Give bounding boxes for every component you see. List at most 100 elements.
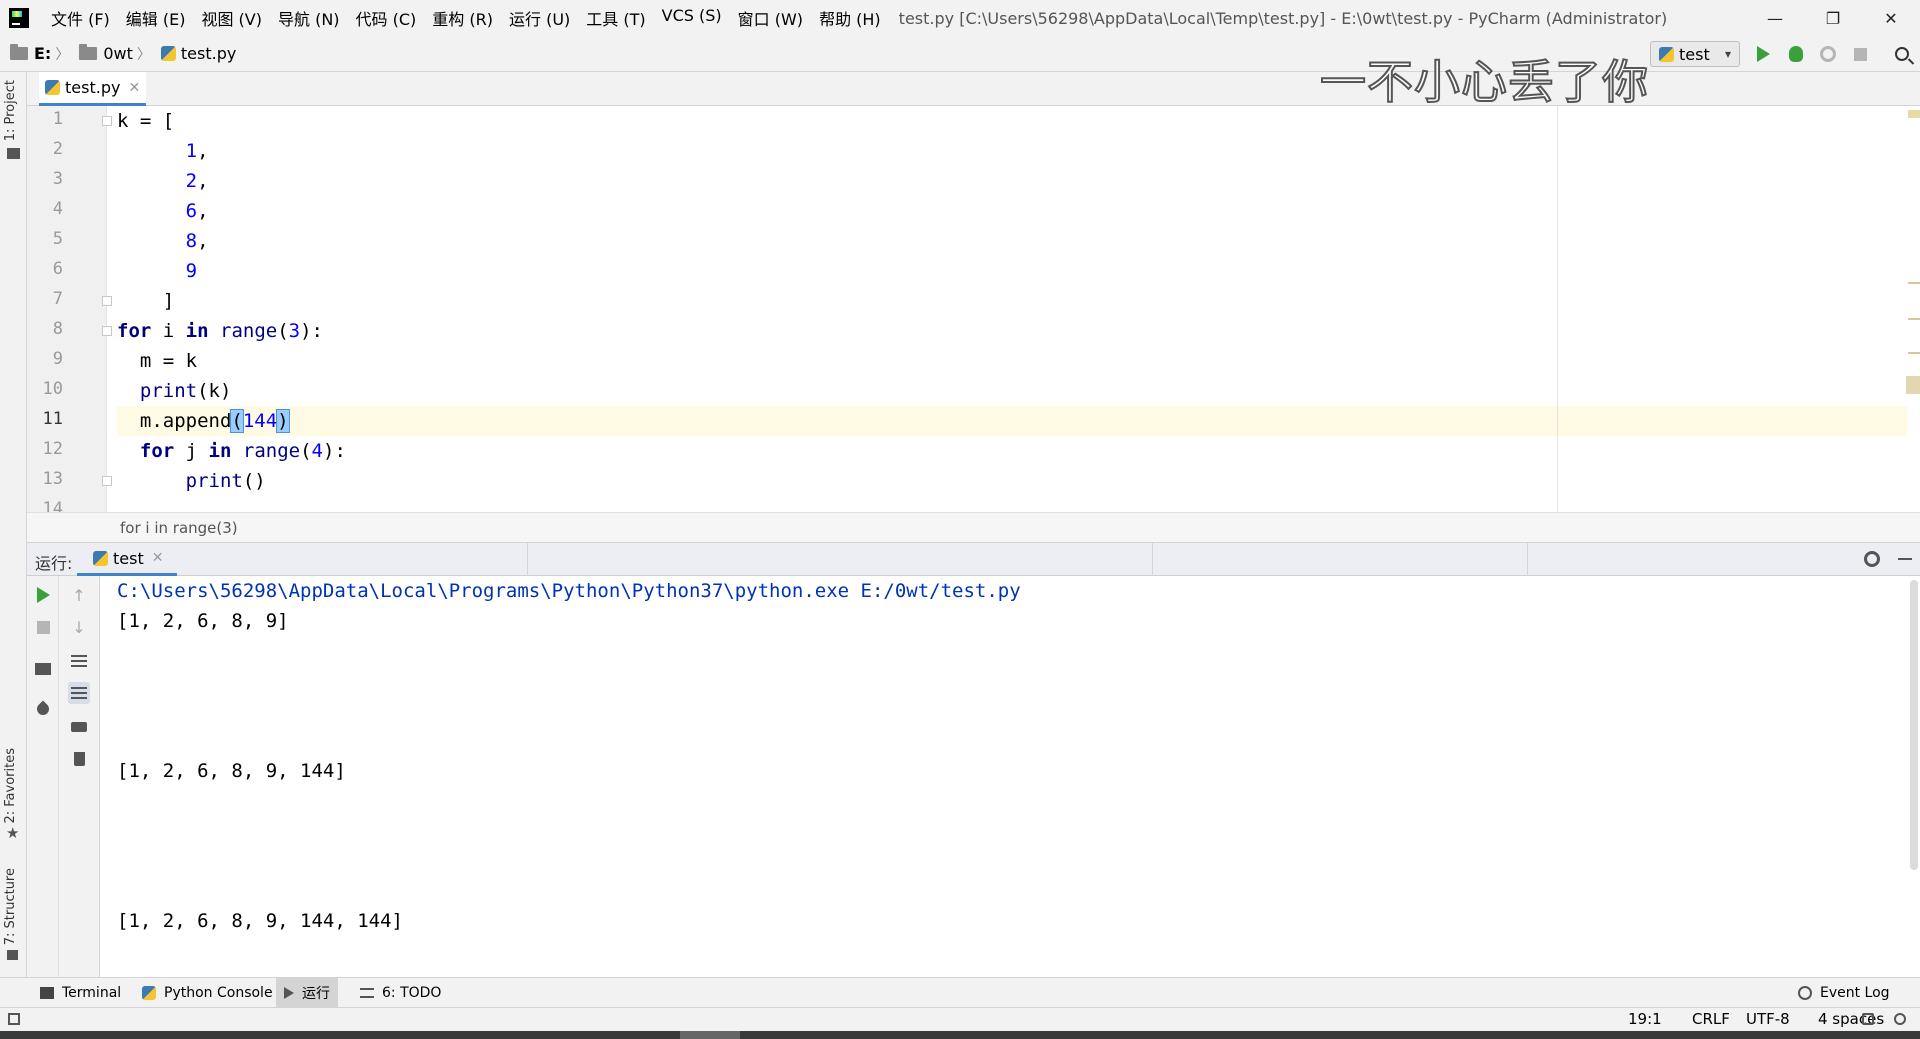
coverage-button[interactable] [1817, 44, 1839, 64]
code-line: m = k [117, 350, 198, 372]
code-line: 6, [185, 200, 209, 222]
event-log-tool-button[interactable]: Event Log [1790, 978, 1898, 1008]
run-configuration-select[interactable]: test ▾ [1650, 41, 1740, 67]
structure-tool-button[interactable]: 7: Structure [3, 868, 18, 945]
line-number: 3 [52, 169, 63, 189]
python-console-label: Python Console [164, 985, 273, 1001]
run-panel-header: 运行: test ✕ [27, 543, 1920, 576]
menu-window[interactable]: 窗口 (W) [730, 6, 811, 30]
menu-code[interactable]: 代码 (C) [348, 6, 425, 30]
close-icon[interactable]: ✕ [128, 80, 140, 96]
menu-help[interactable]: 帮助 (H) [811, 6, 889, 30]
soft-wrap-button[interactable] [68, 650, 90, 672]
indent-setting[interactable]: 4 spaces [1818, 1010, 1884, 1028]
os-taskbar-edge [0, 1031, 1920, 1039]
breadcrumb-folder[interactable]: 0wt 〉 [79, 44, 151, 64]
lock-icon[interactable] [1862, 1013, 1874, 1025]
menu-refactor[interactable]: 重构 (R) [424, 6, 501, 30]
line-number: 12 [42, 439, 63, 459]
gear-icon[interactable] [1864, 551, 1880, 567]
tool-windows-toggle-icon[interactable] [8, 1013, 20, 1025]
pin-tab-button[interactable] [32, 698, 54, 720]
restore-button[interactable]: ❐ [1804, 0, 1862, 36]
star-icon: ★ [6, 824, 20, 842]
stop-icon [36, 620, 50, 634]
line-number: 14 [42, 499, 63, 512]
line-number: 7 [52, 289, 63, 309]
error-stripe[interactable] [1906, 106, 1920, 512]
python-file-icon [93, 550, 108, 566]
favorites-tool-button[interactable]: 2: Favorites [3, 748, 18, 824]
run-tool-button[interactable]: 运行 [276, 978, 338, 1008]
line-number: 5 [52, 229, 63, 249]
code-line: print() [185, 470, 266, 492]
minimize-panel-icon[interactable] [1898, 558, 1912, 560]
caret-position[interactable]: 19:1 [1628, 1010, 1662, 1028]
breadcrumb-file[interactable]: test.py [160, 44, 237, 63]
stop-icon [1853, 47, 1867, 61]
fold-marker-icon[interactable] [102, 116, 112, 126]
menu-navigate[interactable]: 导航 (N) [270, 6, 348, 30]
search-everywhere-button[interactable] [1891, 44, 1913, 64]
code-line: print(k) [139, 380, 232, 402]
fold-marker-icon[interactable] [102, 296, 112, 306]
tab-label: test.py [65, 78, 121, 97]
rerun-button[interactable] [32, 584, 54, 606]
menu-view[interactable]: 视图 (V) [193, 6, 270, 30]
console-scrollbar[interactable] [1910, 580, 1918, 870]
run-tab-test[interactable]: test ✕ [77, 543, 178, 576]
menu-file[interactable]: 文件 (F) [43, 6, 118, 30]
structure-icon [7, 950, 18, 960]
menu-tools[interactable]: 工具 (T) [578, 6, 653, 30]
run-panel-title: 运行: [35, 554, 73, 573]
inspector-icon[interactable] [1894, 1013, 1906, 1025]
code-breadcrumb[interactable]: for i in range(3) [120, 519, 238, 537]
python-file-icon [45, 80, 60, 95]
scroll-to-end-button[interactable] [68, 682, 90, 704]
stop-button[interactable] [1849, 44, 1871, 64]
code-breadcrumb-bar: for i in range(3) [27, 512, 1920, 543]
console-output-line: [1, 2, 6, 8, 9, 144] [117, 760, 346, 782]
fold-marker-icon[interactable] [102, 326, 112, 336]
terminal-tool-button[interactable]: Terminal [32, 978, 129, 1008]
project-tool-button[interactable]: 1: Project [3, 80, 18, 141]
menu-edit[interactable]: 编辑 (E) [118, 6, 194, 30]
file-encoding[interactable]: UTF-8 [1746, 1010, 1790, 1028]
title-bar: 文件 (F) 编辑 (E) 视图 (V) 导航 (N) 代码 (C) 重构 (R… [0, 0, 1920, 36]
code-editor[interactable]: 1 2 3 4 5 6 7 8 9 10 11 12 13 14 k = [ 1… [27, 106, 1920, 512]
run-button[interactable] [1752, 44, 1774, 64]
previous-occurrence-button[interactable]: ↑ [68, 584, 90, 606]
stripe-mark[interactable] [1908, 282, 1920, 284]
tab-test-py[interactable]: test.py ✕ [39, 72, 147, 106]
python-file-icon [160, 46, 176, 61]
line-separator[interactable]: CRLF [1692, 1010, 1730, 1028]
fold-marker-icon[interactable] [102, 476, 112, 486]
clear-all-button[interactable] [68, 748, 90, 770]
next-occurrence-button[interactable]: ↓ [68, 616, 90, 638]
code-line: for i in range(3): [117, 320, 323, 342]
arrow-down-icon: ↓ [72, 617, 86, 637]
stop-button[interactable] [32, 616, 54, 638]
restore-layout-button[interactable] [32, 658, 54, 680]
terminal-label: Terminal [62, 985, 122, 1001]
print-button[interactable] [68, 716, 90, 738]
breadcrumb-drive[interactable]: E: 〉 [10, 44, 69, 64]
event-log-label: Event Log [1820, 985, 1890, 1001]
minimize-button[interactable]: — [1746, 0, 1804, 36]
scroll-thumb[interactable] [1906, 376, 1920, 394]
python-console-tool-button[interactable]: Python Console [134, 978, 281, 1008]
stripe-mark[interactable] [1908, 352, 1920, 354]
inspection-status-icon[interactable] [1908, 110, 1920, 118]
menu-vcs[interactable]: VCS (S) [654, 6, 730, 30]
close-icon[interactable]: ✕ [152, 550, 164, 566]
menu-run[interactable]: 运行 (U) [501, 6, 578, 30]
close-window-button[interactable]: ✕ [1862, 0, 1920, 36]
todo-tool-button[interactable]: 6: TODO [352, 978, 449, 1008]
stripe-mark[interactable] [1908, 318, 1920, 320]
debug-button[interactable] [1785, 44, 1807, 64]
run-tab-label: test [113, 548, 144, 568]
trash-icon [73, 752, 85, 766]
run-console-output[interactable]: C:\Users\56298\AppData\Local\Programs\Py… [100, 576, 1920, 977]
console-output-line: [1, 2, 6, 8, 9] [117, 610, 289, 632]
breadcrumb-label: test.py [180, 44, 237, 63]
